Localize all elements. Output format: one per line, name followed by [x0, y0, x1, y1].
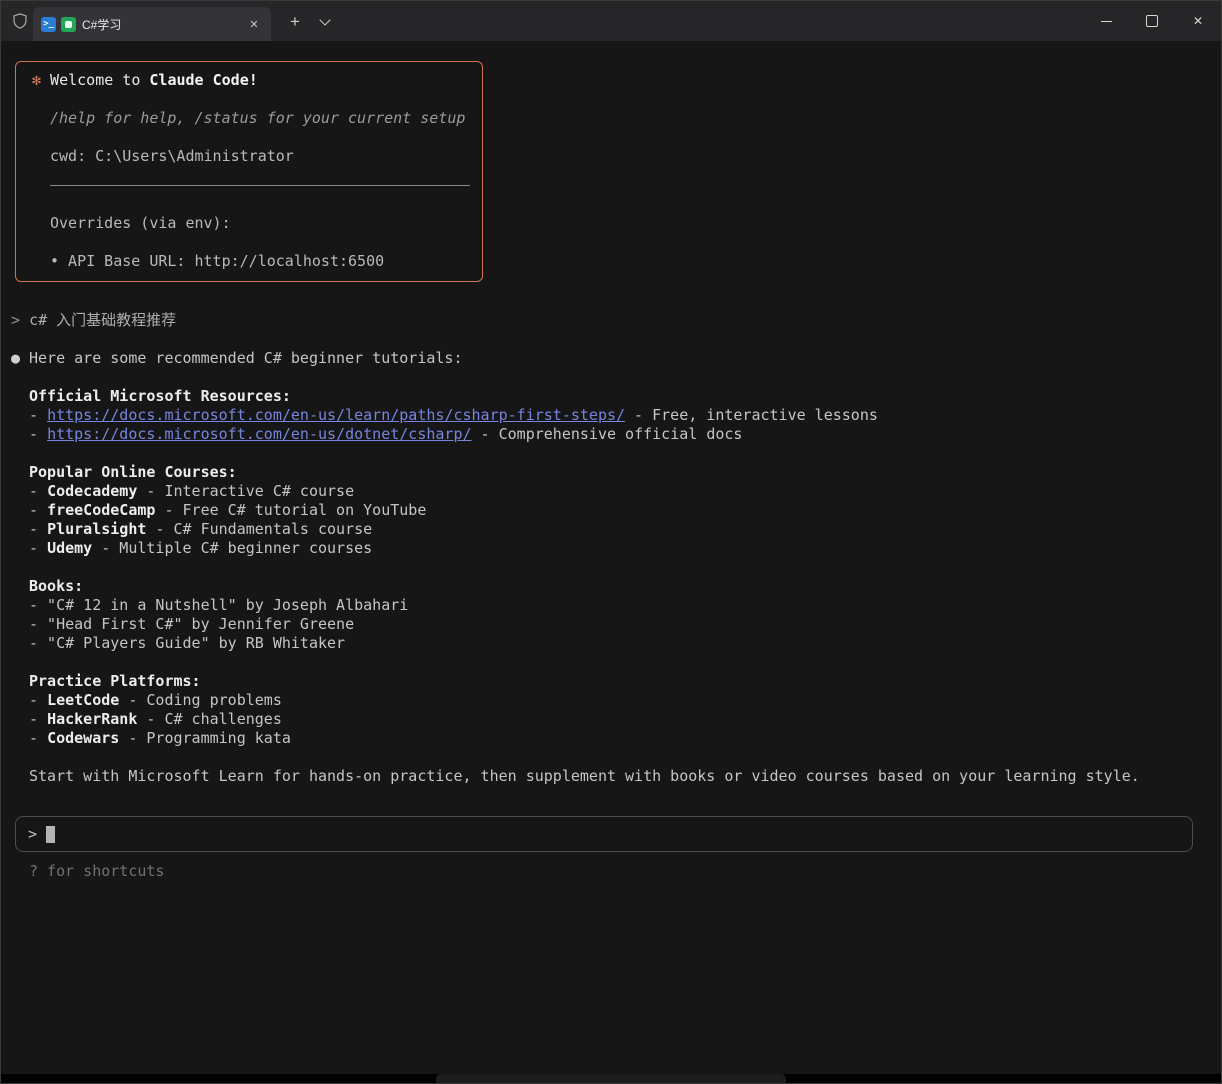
tab-close-icon[interactable]: ✕ [245, 15, 263, 33]
maximize-icon [1146, 15, 1158, 27]
input-prompt-caret: > [28, 825, 37, 844]
emphasized-text: freeCodeCamp [47, 501, 155, 519]
welcome-help-line: /help for help, /status for your current… [50, 109, 470, 128]
plain-text: - [29, 710, 47, 728]
emphasized-text: Pluralsight [47, 520, 146, 538]
terminal-content: ✻ Welcome to Claude Code! /help for help… [1, 41, 1221, 881]
plain-text: - C# Fundamentals course [146, 520, 372, 538]
terminal-line: - Udemy - Multiple C# beginner courses [29, 539, 1211, 558]
terminal-line: - "Head First C#" by Jennifer Greene [29, 615, 1211, 634]
plain-text: - Programming kata [119, 729, 291, 747]
plain-text: - Multiple C# beginner courses [92, 539, 372, 557]
plain-text: - [29, 501, 47, 519]
emphasized-text: Official Microsoft Resources: [29, 387, 291, 405]
plain-text: - [29, 406, 47, 424]
taskbar-peek [1, 1074, 1221, 1083]
plain-text: - Interactive C# course [137, 482, 354, 500]
terminal-line: - https://docs.microsoft.com/en-us/dotne… [29, 425, 1211, 444]
titlebar: >_ C#学习 ✕ + ✕ [1, 1, 1221, 41]
maximize-button[interactable] [1129, 1, 1175, 41]
emphasized-text: HackerRank [47, 710, 137, 728]
prompt-caret: > [11, 311, 29, 329]
response-bullet-icon: ● [11, 349, 20, 368]
plain-text: - [29, 425, 47, 443]
welcome-cwd-line: cwd: C:\Users\Administrator [50, 147, 470, 166]
plain-text: - [29, 539, 47, 557]
api-base-url-item: • API Base URL: http://localhost:6500 [50, 252, 470, 271]
chevron-down-icon [319, 14, 330, 25]
terminal-line: Practice Platforms: [29, 672, 1211, 691]
emphasized-text: LeetCode [47, 691, 119, 709]
plain-text: - "C# Players Guide" by RB Whitaker [29, 634, 345, 652]
welcome-title: ✻ Welcome to Claude Code! [32, 71, 470, 90]
plain-text: - C# challenges [137, 710, 282, 728]
welcome-divider [50, 185, 470, 186]
terminal-line: Start with Microsoft Learn for hands-on … [29, 767, 1211, 786]
emphasized-text: Books: [29, 577, 83, 595]
response-body: Official Microsoft Resources:- https://d… [29, 387, 1211, 786]
taskbar-peek-handle [436, 1074, 786, 1083]
terminal-line [29, 653, 1211, 672]
shield-icon [11, 12, 29, 30]
claude-star-icon: ✻ [32, 71, 41, 89]
user-prompt-text: c# 入门基础教程推荐 [29, 311, 176, 329]
terminal-line: - https://docs.microsoft.com/en-us/learn… [29, 406, 1211, 425]
emphasized-text: Codecademy [47, 482, 137, 500]
emphasized-text: Popular Online Courses: [29, 463, 237, 481]
terminal-line: Books: [29, 577, 1211, 596]
plain-text: - Coding problems [119, 691, 282, 709]
terminal-line: Popular Online Courses: [29, 463, 1211, 482]
terminal-line: - Codewars - Programming kata [29, 729, 1211, 748]
terminal-line: - LeetCode - Coding problems [29, 691, 1211, 710]
terminal-line: - HackerRank - C# challenges [29, 710, 1211, 729]
command-input[interactable]: > [15, 816, 1193, 852]
plain-text: - Comprehensive official docs [472, 425, 743, 443]
plain-text: - "Head First C#" by Jennifer Greene [29, 615, 354, 633]
window-controls: ✕ [1083, 1, 1221, 41]
hyperlink[interactable]: https://docs.microsoft.com/en-us/dotnet/… [47, 425, 471, 443]
tab-title: C#学习 [82, 16, 245, 33]
shortcuts-hint: ? for shortcuts [29, 862, 1211, 881]
terminal-line: Official Microsoft Resources: [29, 387, 1211, 406]
terminal-window: >_ C#学习 ✕ + ✕ ✻ Welcome to Claude Code! … [0, 0, 1222, 1084]
terminal-line [29, 444, 1211, 463]
plain-text: - Free C# tutorial on YouTube [155, 501, 426, 519]
plain-text: Start with Microsoft Learn for hands-on … [29, 767, 1140, 785]
emphasized-text: Practice Platforms: [29, 672, 201, 690]
terminal-line: - freeCodeCamp - Free C# tutorial on You… [29, 501, 1211, 520]
text-cursor [46, 826, 55, 843]
tab-dropdown-button[interactable] [313, 9, 337, 35]
response-intro: Here are some recommended C# beginner tu… [29, 349, 1211, 368]
plain-text: - [29, 520, 47, 538]
plain-text: - [29, 482, 47, 500]
close-button[interactable]: ✕ [1175, 1, 1221, 41]
plain-text: - Free, interactive lessons [625, 406, 878, 424]
minimize-icon [1101, 21, 1112, 22]
powershell-icon: >_ [41, 17, 56, 32]
terminal-line [29, 748, 1211, 767]
hyperlink[interactable]: https://docs.microsoft.com/en-us/learn/p… [47, 406, 625, 424]
user-prompt-line: > c# 入门基础教程推荐 [11, 311, 1211, 330]
plain-text: - [29, 729, 47, 747]
welcome-box: ✻ Welcome to Claude Code! /help for help… [15, 61, 483, 282]
tab-csharp-study[interactable]: >_ C#学习 ✕ [33, 7, 271, 41]
minimize-button[interactable] [1083, 1, 1129, 41]
emphasized-text: Udemy [47, 539, 92, 557]
terminal-line [29, 558, 1211, 577]
terminal-line: - "C# Players Guide" by RB Whitaker [29, 634, 1211, 653]
plain-text: - [29, 691, 47, 709]
new-tab-button[interactable]: + [283, 9, 307, 35]
close-icon: ✕ [1193, 14, 1203, 28]
assistant-response: ● Here are some recommended C# beginner … [11, 349, 1211, 786]
terminal-line: - "C# 12 in a Nutshell" by Joseph Albaha… [29, 596, 1211, 615]
terminal-line: - Pluralsight - C# Fundamentals course [29, 520, 1211, 539]
green-app-icon [61, 17, 76, 32]
terminal-line: - Codecademy - Interactive C# course [29, 482, 1211, 501]
overrides-label: Overrides (via env): [50, 214, 470, 233]
emphasized-text: Codewars [47, 729, 119, 747]
plain-text: - "C# 12 in a Nutshell" by Joseph Albaha… [29, 596, 408, 614]
